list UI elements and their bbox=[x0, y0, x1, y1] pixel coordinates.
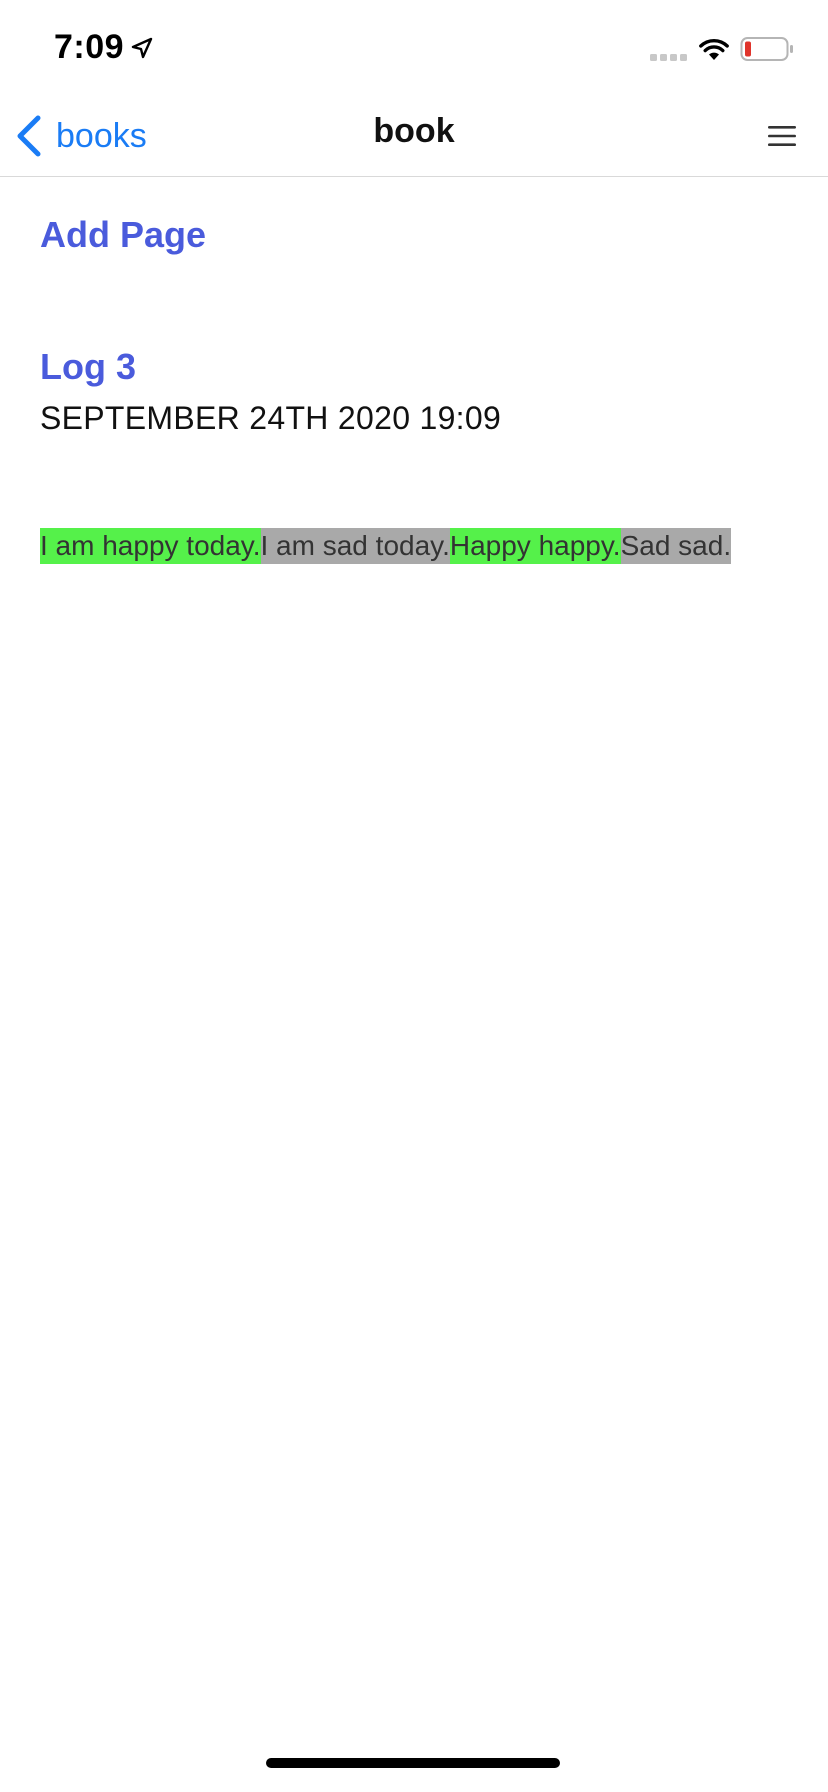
log-segment-happy: I am happy today. bbox=[40, 528, 261, 564]
location-arrow-icon bbox=[131, 37, 153, 59]
log-title[interactable]: Log 3 bbox=[40, 346, 136, 388]
status-time: 7:09 bbox=[54, 28, 125, 66]
log-segment-sad: I am sad today. bbox=[260, 528, 450, 564]
log-segment-happy: Happy happy. bbox=[449, 528, 621, 564]
navigation-bar: books book bbox=[0, 96, 828, 177]
status-bar: 7:09 bbox=[0, 0, 828, 96]
log-entry-text: I am happy today. I am sad today. Happy … bbox=[40, 528, 732, 564]
home-indicator bbox=[266, 1758, 560, 1768]
wifi-icon bbox=[699, 39, 729, 60]
hamburger-menu-icon[interactable] bbox=[762, 116, 802, 156]
log-segment-sad: Sad sad. bbox=[620, 528, 732, 564]
add-page-button[interactable]: Add Page bbox=[40, 214, 206, 256]
log-date: SEPTEMBER 24TH 2020 19:09 bbox=[40, 400, 502, 436]
nav-title: book bbox=[373, 112, 455, 150]
battery-low-icon bbox=[740, 37, 793, 61]
cellular-signal-icon bbox=[650, 54, 687, 61]
